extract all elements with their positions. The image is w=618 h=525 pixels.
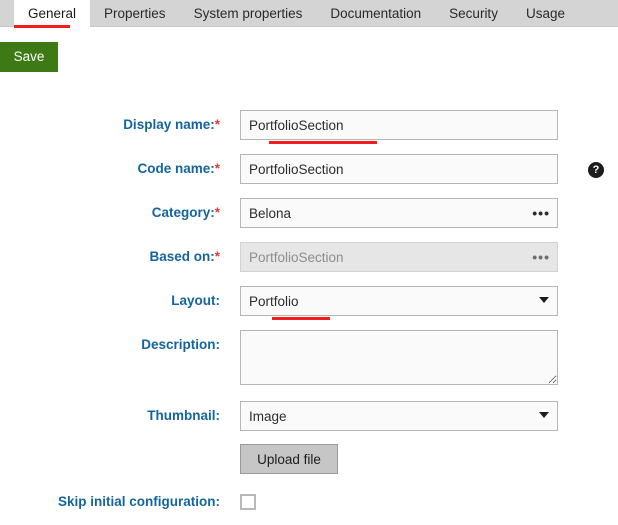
field-row-display-name: Display name:* [0,110,618,140]
based-on-required-marker: * [214,249,220,264]
annotation-general-tab-underline [14,25,70,28]
skip-initial-configuration-label: Skip initial configuration: [0,487,240,517]
skip-initial-configuration-checkbox[interactable] [240,494,256,510]
help-icon[interactable]: ? [588,162,604,178]
category-label: Category:* [0,198,240,228]
field-row-thumbnail: Thumbnail: [0,401,618,431]
annotation-layout-underline [272,317,330,320]
upload-spacer-label [0,444,240,474]
save-button[interactable]: Save [0,42,58,72]
tab-list: General Properties System properties Doc… [0,0,618,27]
description-label: Description: [0,330,240,360]
display-name-required-marker: * [214,117,220,132]
description-label-text: Description: [141,337,220,352]
code-name-field [240,154,558,184]
description-textarea[interactable] [240,330,558,385]
tab-system-properties[interactable]: System properties [180,0,317,27]
skip-initial-configuration-field [240,487,256,510]
field-row-category: Category:* ••• [0,198,618,228]
upload-field: Upload file [240,444,338,474]
display-name-input[interactable] [240,110,558,140]
based-on-label: Based on:* [0,242,240,272]
tab-properties-label: Properties [104,6,166,21]
category-input[interactable] [240,198,558,228]
tab-usage-label: Usage [525,6,565,21]
tab-usage[interactable]: Usage [512,0,579,27]
tab-system-properties-label: System properties [193,6,303,21]
based-on-label-text: Based on: [149,249,215,264]
tab-security-label: Security [449,6,498,21]
based-on-field: ••• [240,242,558,272]
skip-initial-configuration-label-text: Skip initial configuration: [58,494,220,509]
layout-label-text: Layout: [171,293,220,308]
description-field [240,330,558,388]
tab-documentation[interactable]: Documentation [316,0,435,27]
display-name-field [240,110,558,140]
thumbnail-label: Thumbnail: [0,401,240,431]
tab-properties[interactable]: Properties [90,0,180,27]
tab-general[interactable]: General [14,0,91,27]
code-name-label-text: Code name: [137,161,215,176]
field-row-code-name: Code name:* ? [0,154,618,184]
category-browse-ellipsis-icon[interactable]: ••• [532,198,550,228]
tab-documentation-label: Documentation [330,6,422,21]
category-label-text: Category: [151,205,215,220]
code-name-required-marker: * [214,161,220,176]
based-on-browse-ellipsis-icon[interactable]: ••• [532,242,550,272]
layout-field [240,286,558,316]
field-row-skip-initial-configuration: Skip initial configuration: [0,487,618,517]
general-form: Display name:* Code name:* ? Category:* … [0,110,618,517]
upload-file-button[interactable]: Upload file [240,444,338,474]
category-field: ••• [240,198,558,228]
layout-select[interactable] [240,286,558,316]
field-row-description: Description: [0,330,618,388]
display-name-label-text: Display name: [123,117,215,132]
code-name-input[interactable] [240,154,558,184]
display-name-label: Display name:* [0,110,240,140]
code-name-label: Code name:* [0,154,240,184]
tab-bar: General Properties System properties Doc… [0,0,618,27]
annotation-display-name-underline [269,141,377,144]
thumbnail-label-text: Thumbnail: [147,408,220,423]
field-row-upload: Upload file [0,444,618,474]
thumbnail-select[interactable] [240,401,558,431]
field-row-based-on: Based on:* ••• [0,242,618,272]
tab-security[interactable]: Security [435,0,512,27]
tab-general-label: General [28,6,77,21]
field-row-layout: Layout: [0,286,618,316]
layout-label: Layout: [0,286,240,316]
category-required-marker: * [214,205,220,220]
based-on-input [240,242,558,272]
thumbnail-field [240,401,558,431]
